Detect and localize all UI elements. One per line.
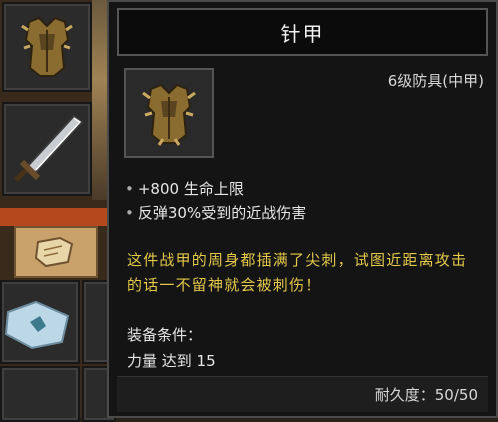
durability-text: 耐久度：50/50 [374, 386, 478, 404]
spiked-armor-icon [142, 83, 196, 146]
bullet-icon: • [125, 180, 134, 198]
spiked-armor-icon [21, 16, 73, 77]
sword-icon [14, 114, 84, 182]
item-icon-frame [124, 68, 214, 158]
item-title: 针甲 [117, 8, 488, 56]
inventory-tab[interactable] [14, 226, 98, 278]
inventory-slot-weapon[interactable] [2, 102, 92, 196]
item-category: 6级防具(中甲) [387, 72, 484, 90]
requirement-label: 装备条件： [127, 326, 203, 344]
stat-text: +800 生命上限 [137, 180, 244, 198]
map-icon [4, 300, 70, 350]
durability-bar: 耐久度：50/50 [117, 376, 488, 412]
stat-text: 反弹30%受到的近战伤害 [137, 204, 307, 222]
inventory-slot-armor[interactable] [2, 2, 92, 92]
inventory-slot-map[interactable] [0, 280, 80, 364]
scroll-icon [34, 236, 74, 268]
inventory-divider [0, 208, 115, 226]
inventory-panel [0, 0, 116, 422]
requirement-value: 力量 达到 15 [127, 352, 216, 370]
item-flavor-text: 这件战甲的周身都插满了尖刺，试图近距离攻击的话一不留神就会被刺伤！ [127, 251, 468, 294]
bullet-icon: • [125, 204, 134, 222]
stat-line: • +800 生命上限 [125, 178, 244, 199]
item-tooltip: 针甲 6级防具(中甲) • +800 生命上限 • 反弹30%受到的近战伤害 这件战… [107, 0, 498, 418]
inventory-slot-item[interactable] [0, 366, 80, 422]
stat-line: • 反弹30%受到的近战伤害 [125, 202, 306, 223]
